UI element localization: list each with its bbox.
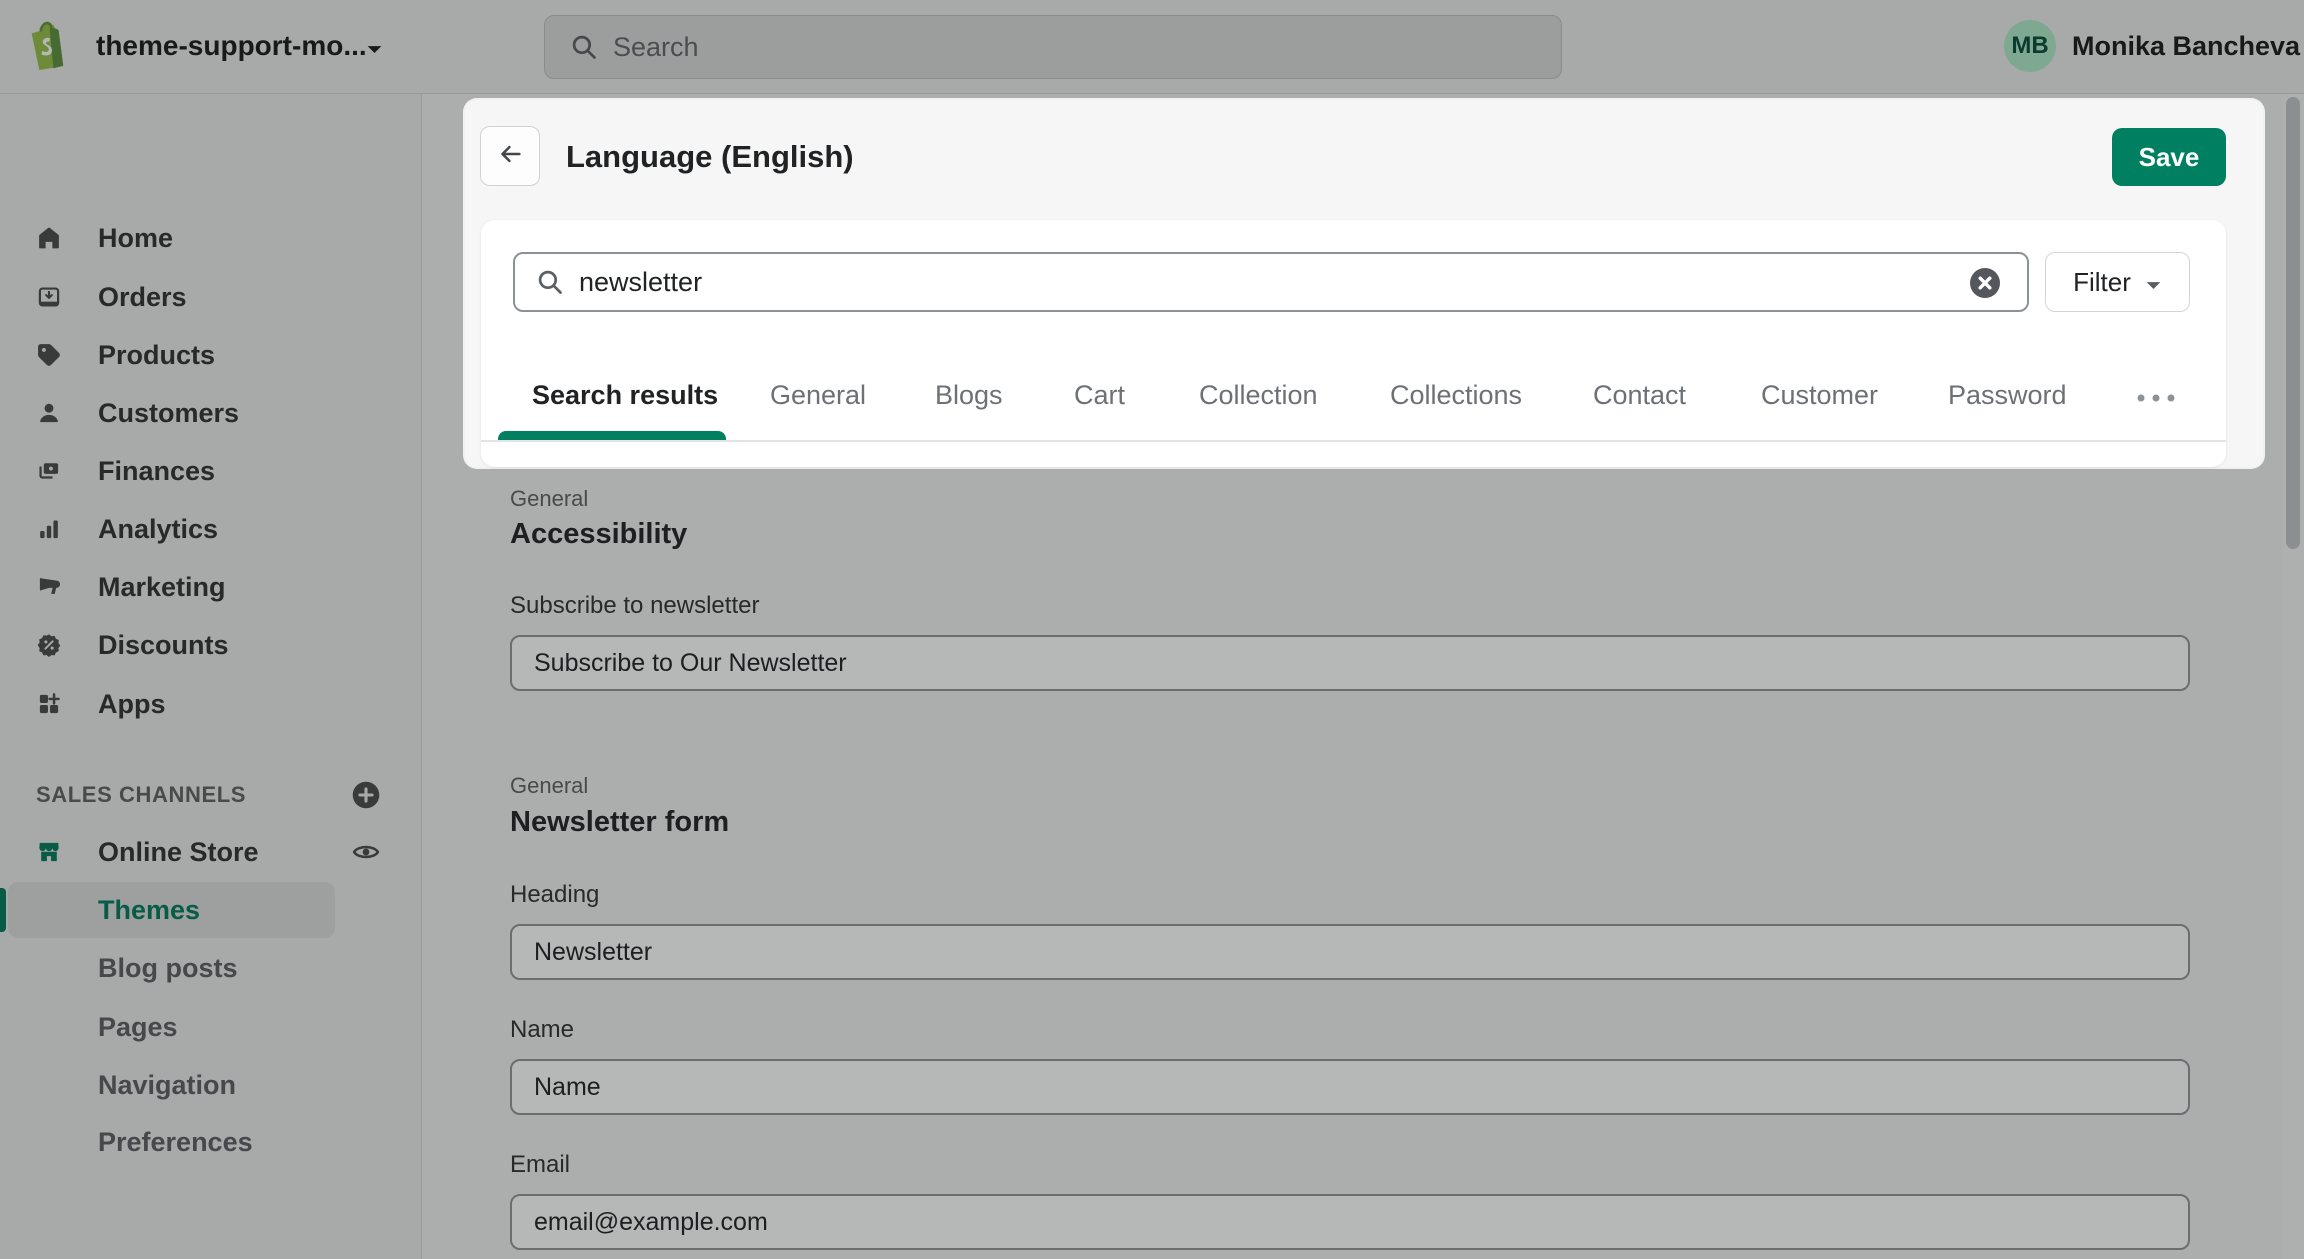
sidebar-item-marketing[interactable]: Marketing	[0, 558, 422, 616]
sidebar-item-analytics[interactable]: Analytics	[0, 500, 422, 558]
analytics-icon	[36, 516, 62, 542]
section-category: General	[510, 773, 588, 799]
section-heading: Newsletter form	[510, 806, 729, 839]
sidebar-item-finances[interactable]: Finances	[0, 442, 422, 500]
tab-blogs[interactable]: Blogs	[935, 380, 1003, 414]
tab-cart[interactable]: Cart	[1074, 380, 1125, 414]
field-label: Email	[510, 1151, 570, 1179]
tabs-divider	[481, 440, 2226, 442]
sidebar-item-products[interactable]: Products	[0, 326, 422, 384]
store-switcher-label[interactable]: theme-support-mo...	[96, 30, 367, 62]
user-name[interactable]: Monika Bancheva	[2072, 31, 2300, 62]
name-input[interactable]	[510, 1059, 2190, 1115]
sidebar-item-themes[interactable]: Themes	[0, 881, 422, 939]
storefront-icon	[36, 839, 62, 865]
sidebar: Home Orders Products Customers Finances …	[0, 94, 422, 1259]
shopify-logo-icon	[26, 20, 70, 70]
view-online-store-eye-icon[interactable]	[350, 836, 382, 873]
section-heading: Accessibility	[510, 518, 687, 551]
tab-customer[interactable]: Customer	[1761, 380, 1878, 414]
apps-icon	[36, 691, 62, 717]
field-label: Name	[510, 1016, 574, 1044]
chevron-down-icon	[2145, 267, 2162, 298]
topbar: theme-support-mo... MB Monika Bancheva	[0, 0, 2304, 94]
sidebar-item-customers[interactable]: Customers	[0, 384, 422, 442]
field-label: Subscribe to newsletter	[510, 592, 759, 620]
clear-search-button[interactable]	[1967, 265, 2003, 301]
store-switcher-caret-icon[interactable]	[366, 42, 383, 60]
sidebar-item-blog-posts[interactable]: Blog posts	[0, 939, 422, 997]
section-category: General	[510, 486, 588, 512]
tab-search-results[interactable]: Search results	[532, 380, 718, 414]
sidebar-item-preferences[interactable]: Preferences	[0, 1113, 422, 1171]
tab-contact[interactable]: Contact	[1593, 380, 1686, 414]
save-button[interactable]: Save	[2112, 128, 2226, 186]
circle-x-icon	[1967, 289, 2003, 304]
themes-active-bar	[0, 888, 6, 932]
finances-icon	[36, 458, 62, 484]
home-icon	[36, 225, 62, 251]
products-icon	[36, 342, 62, 368]
orders-icon	[36, 284, 62, 310]
back-button[interactable]	[480, 126, 540, 186]
tab-collections[interactable]: Collections	[1390, 380, 1522, 414]
heading-input[interactable]	[510, 924, 2190, 980]
subscribe-to-newsletter-input[interactable]	[510, 635, 2190, 691]
avatar[interactable]: MB	[2004, 20, 2056, 72]
tab-collection[interactable]: Collection	[1199, 380, 1318, 414]
search-icon	[569, 32, 599, 62]
sidebar-item-home[interactable]: Home	[0, 209, 422, 267]
shopify-admin-screen: theme-support-mo... MB Monika Bancheva H…	[0, 0, 2304, 1259]
arrow-left-icon	[495, 139, 525, 174]
scrollbar-track[interactable]	[2283, 95, 2304, 1259]
ellipsis-icon	[2133, 390, 2179, 407]
marketing-icon	[36, 574, 62, 600]
scrollbar-thumb[interactable]	[2286, 97, 2300, 549]
sidebar-item-navigation[interactable]: Navigation	[0, 1056, 422, 1114]
translations-search[interactable]	[513, 252, 2029, 312]
sidebar-item-discounts[interactable]: Discounts	[0, 616, 422, 674]
email-input[interactable]	[510, 1194, 2190, 1250]
sales-channels-header: SALES CHANNELS	[0, 766, 422, 824]
translations-search-input[interactable]	[579, 267, 1899, 298]
sidebar-item-apps[interactable]: Apps	[0, 675, 422, 733]
tab-general[interactable]: General	[770, 380, 866, 414]
page-title: Language (English)	[566, 139, 854, 175]
global-search[interactable]	[544, 15, 1562, 79]
sidebar-item-orders[interactable]: Orders	[0, 268, 422, 326]
customers-icon	[36, 400, 62, 426]
tab-password[interactable]: Password	[1948, 380, 2067, 414]
filter-button[interactable]: Filter	[2045, 252, 2190, 312]
field-label: Heading	[510, 881, 599, 909]
sidebar-item-pages[interactable]: Pages	[0, 998, 422, 1056]
global-search-input[interactable]	[613, 32, 1513, 63]
more-tabs-button[interactable]	[2133, 390, 2179, 408]
discounts-icon	[36, 632, 62, 658]
language-page-header-panel: Language (English) Save Filter	[465, 100, 2263, 467]
search-icon	[535, 267, 565, 297]
plus-circle-icon[interactable]	[350, 779, 382, 811]
translations-card: Filter Search results General Blogs Cart…	[481, 220, 2226, 467]
